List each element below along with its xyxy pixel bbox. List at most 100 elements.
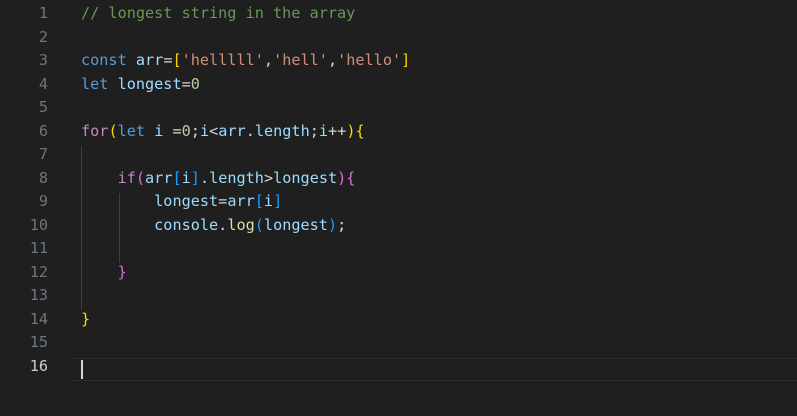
code-line[interactable]: 4 let longest=0	[0, 73, 797, 97]
code-token: )	[346, 121, 356, 140]
code-token: [	[172, 51, 182, 69]
code-token: 'hell'	[273, 51, 328, 69]
line-number: 6	[38, 121, 48, 140]
code-token: }	[81, 309, 91, 328]
code-token: i	[263, 192, 274, 210]
code-token: 0	[181, 121, 191, 140]
code-token: length	[254, 121, 310, 140]
code-token: ;	[190, 121, 200, 140]
code-line[interactable]: 13	[0, 284, 797, 308]
code-token: i	[181, 168, 191, 187]
code-text: // longest string in the array	[81, 2, 355, 26]
line-number: 13	[29, 286, 48, 304]
code-token: (	[254, 215, 264, 234]
code-token: let	[81, 74, 109, 93]
code-token: ]	[190, 168, 200, 187]
code-token: =	[163, 121, 182, 140]
code-token: i	[318, 121, 329, 140]
code-line[interactable]: 2	[0, 26, 797, 50]
code-line[interactable]: 7	[0, 143, 797, 167]
code-token: i	[199, 121, 210, 140]
code-text: console.log(longest);	[81, 214, 346, 238]
code-token: ,	[327, 51, 338, 69]
code-token: <	[209, 121, 219, 140]
code-token: >	[263, 168, 274, 187]
code-token: console	[154, 215, 219, 234]
line-number: 11	[29, 239, 48, 257]
code-token: .	[199, 168, 210, 187]
code-token: {	[346, 168, 356, 187]
code-line[interactable]: 14}	[0, 308, 797, 332]
line-number: 8	[38, 168, 48, 187]
code-token: for	[81, 121, 109, 140]
code-token: let	[117, 121, 146, 140]
code-token: }	[117, 262, 127, 281]
code-token: )	[327, 215, 338, 234]
code-line[interactable]: 16	[0, 355, 797, 379]
code-line[interactable]: 8 if(arr[i].length>longest){	[0, 167, 797, 191]
line-number: 2	[38, 27, 48, 46]
line-number: 5	[38, 98, 48, 116]
code-token: longest	[117, 74, 182, 93]
code-line[interactable]: 9 longest=arr[i]	[0, 190, 797, 214]
code-text: }	[81, 308, 90, 332]
code-token: =	[181, 74, 191, 93]
line-number: 1	[38, 4, 48, 22]
code-token: arr	[145, 168, 173, 187]
code-line[interactable]: 1 // longest string in the array	[0, 2, 797, 26]
code-token: ]	[401, 51, 411, 69]
code-token: arr	[227, 192, 255, 210]
code-token: [	[254, 192, 264, 210]
line-number: 16	[29, 356, 48, 375]
code-token: )	[337, 168, 347, 187]
code-token: (	[135, 168, 146, 187]
code-token: const	[81, 51, 127, 69]
code-token: ;	[337, 215, 347, 234]
code-editor[interactable]: 1 // longest string in the array 2 3 const a…	[0, 0, 797, 416]
code-token: longest	[154, 192, 219, 210]
code-line[interactable]: 15	[0, 331, 797, 355]
code-token: ,	[263, 51, 274, 69]
code-token: // longest string in the array	[81, 4, 356, 22]
line-number: 10	[29, 215, 48, 234]
code-token: 'hello'	[337, 51, 402, 69]
code-token: i	[154, 121, 164, 140]
code-line[interactable]: 5	[0, 96, 797, 120]
code-line[interactable]: 3 const arr=['helllll','hell','hello']	[0, 49, 797, 73]
code-line[interactable]: 10 console.log(longest);	[0, 214, 797, 238]
line-number: 12	[29, 262, 48, 281]
code-token: longest	[263, 215, 328, 234]
code-line[interactable]: 11	[0, 237, 797, 261]
code-token: .	[245, 121, 255, 140]
code-token: longest	[273, 168, 338, 187]
line-number: 15	[29, 333, 48, 351]
code-text: for(let i =0;i<arr.length;i++){	[81, 120, 365, 144]
code-text: }	[81, 261, 127, 285]
line-number: 14	[29, 309, 48, 328]
code-token: =	[218, 192, 228, 210]
code-token: arr	[218, 121, 246, 140]
code-token: ++	[328, 121, 347, 140]
line-number: 4	[38, 74, 48, 93]
code-text: if(arr[i].length>longest){	[81, 167, 356, 191]
code-text: longest=arr[i]	[81, 190, 282, 214]
code-line[interactable]: 12 }	[0, 261, 797, 285]
code-token: (	[108, 121, 118, 140]
code-text: let longest=0	[81, 73, 200, 97]
code-token: 'helllll'	[181, 51, 264, 69]
code-token: log	[227, 215, 255, 234]
code-token: .	[218, 215, 228, 234]
code-token: ]	[273, 192, 283, 210]
code-line[interactable]: 6 for(let i =0;i<arr.length;i++){	[0, 120, 797, 144]
code-token: arr	[135, 51, 164, 69]
code-token: 0	[190, 74, 200, 93]
line-number: 9	[38, 192, 48, 210]
line-number: 3	[38, 51, 48, 69]
code-text: const arr=['helllll','hell','hello']	[81, 49, 410, 73]
code-token: {	[355, 121, 365, 140]
